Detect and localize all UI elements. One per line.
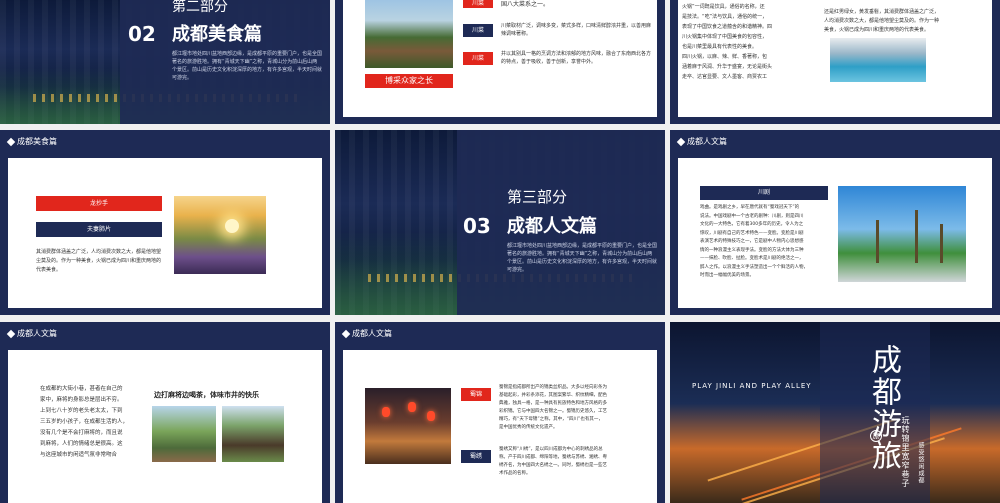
text-line: 还是红男绿女，黄发垂髫，其消费群体涵盖之广泛， [824, 9, 940, 15]
text-line: 涵着麻于风润、升华于盛宴，无论是街头 [682, 64, 773, 70]
side-caption-2: 感受悠闲成都 [917, 442, 924, 484]
text-line: 人均消费次数之大，都是他地望尘莫及的。作为一种 [824, 18, 940, 24]
mahjong-description: 在成都的大街小巷，甚者在自己的 家中，麻将的身影总是层出不穷。 上到七八十岁的老… [40, 384, 150, 461]
text-line: 在成都的大街小巷，甚者在自己的 [40, 386, 123, 392]
slide-thumbnail-grid: 第二部分 02 成都美食篇 都江堰市地处四川盆地西部边缘，是成都平原的重要门户，… [0, 0, 1000, 503]
section-description: 都江堰市地处四川盆地西部边缘，是成都平原的重要门户，也是全国著名的旅游胜地。拥有… [172, 51, 323, 81]
text-line: 表演艺术的特殊技巧之一，它是剧中人物内心思想感 [700, 239, 804, 244]
lantern-photo [365, 388, 451, 464]
header-label: 成都人文篇 [687, 137, 727, 146]
text-line: 火锅”一词既是饮具，通俗的名称，还 [682, 4, 765, 10]
text-line: 基础起彩，并彩条添花，其图案繁华、织纹精细，配色 [499, 393, 607, 398]
mahjong-quote: 边打麻将边喝茶，体味市井的快乐 [154, 391, 259, 399]
text-line: 醉人之作。以浪漫主义手法塑造出一个个鲜活的人物， [700, 264, 808, 270]
palm-tree-photo [838, 186, 966, 282]
slide-thumbnail-2[interactable]: 博采众家之长 川菜 国八大菜系之一。 川菜 川菜取材广泛，调味多变，菜式多样，口… [335, 0, 665, 124]
title-circle-badge: 旅 [870, 430, 882, 442]
text-line: 彩织锦。它与中国四大名锦之一。蜀锦历史悠久，工艺 [499, 409, 607, 414]
text-line: 蜀绣又称“川绣”，是以四川成都为中心的刺绣品的总 [499, 447, 603, 452]
text-line: ——抹脸、吹脸、扯脸。变脸术是川剧的绝活之一， [700, 256, 804, 261]
text-line: 时而出一幅幅优美的场景。 [700, 273, 754, 278]
food-description: 其消费群体涵盖之广泛，人均消费次数之大，都是他地望尘莫及的。作为一种美食，火锅已… [36, 249, 162, 273]
slide-header: 成都人文篇 [6, 328, 57, 339]
text-line: 走卒、达官显要、文人墨客、商贾农工 [682, 74, 768, 80]
tag-beef-tripe: 夫妻肺片 [36, 222, 162, 237]
slide-thumbnail-6[interactable]: 成都人文篇 川剧 戏曲。是戏剧之乡，早在唐代就有“蜀戏冠天下”的 说法。中国戏剧… [670, 130, 1000, 315]
tag-sichuan-cuisine-3: 川菜 [463, 52, 493, 65]
slide-thumbnail-8[interactable]: 成都人文篇 蜀锦 蜀锦是指成都所出产的锦类丝织品。大多以经向彩条为 基础起彩，并… [335, 322, 665, 503]
embroidery-description: 蜀绣又称“川绣”，是以四川成都为中心的刺绣品的总 称。产于四川成都、绵阳等地，蜀… [499, 446, 653, 478]
text-line: 说法。中国戏剧中一个古老的剧种：川剧，则是四川 [700, 213, 804, 219]
slide-header: 成都人文篇 [676, 136, 727, 147]
hut-photo [222, 406, 284, 462]
text-line: 上到七八十岁的老头老太太，下到 [40, 408, 123, 414]
header-label: 成都美食篇 [17, 137, 57, 146]
text-line: 美食，火锅已成为四川和重庆两地的代表美食。 [824, 27, 930, 33]
header-label: 成都人文篇 [17, 329, 57, 338]
hotpot-text-right: 还是红男绿女，黄发垂髫，其消费群体涵盖之广泛， 人均消费次数之大，都是他地望尘莫… [824, 8, 986, 35]
text-line: 是中国优秀的传统文化遗产。 [499, 425, 558, 430]
cuisine-text-1: 国八大菜系之一。 [501, 1, 550, 8]
village-photo [152, 406, 216, 462]
diamond-icon [6, 137, 16, 146]
tag-shu-embroidery: 蜀绣 [461, 450, 491, 463]
part-label: 第三部分 [507, 188, 568, 206]
slide-thumbnail-5[interactable]: 第三部分 03 成都人文篇 都江堰市地处四川盆地西部边缘，是成都平原的重要门户，… [335, 130, 665, 315]
tag-sichuan-cuisine-1: 川菜 [463, 0, 493, 8]
text-line: 川火锅集中体现了中国美食的包容性， [682, 34, 768, 40]
slide-thumbnail-1[interactable]: 第二部分 02 成都美食篇 都江堰市地处四川盆地西部边缘，是成都平原的重要门户，… [0, 0, 330, 124]
section-title: 成都美食篇 [172, 24, 262, 45]
diamond-icon [676, 137, 686, 146]
tag-wonton: 龙抄手 [36, 196, 162, 211]
text-line: 家中，麻将的身影总是层出不穷。 [40, 397, 123, 403]
text-line: 文化的一大特色，它有着300多年的历史。令人为之 [700, 222, 804, 227]
side-caption-1: 玩转锦里宽窄巷子 [901, 416, 910, 488]
banner-label: 博采众家之长 [365, 74, 453, 88]
slide-header: 成都人文篇 [341, 328, 392, 339]
text-line: 没有几个是不会打麻将的，而且说 [40, 430, 123, 436]
diamond-icon [341, 329, 351, 338]
text-line: 精巧，有“天下母锦”之称，其中，“四川”也有其一， [499, 417, 603, 422]
cuisine-text-3: 并以其别具一格的烹调方法和浓郁的地方风味，融合了东南西北各方的特点，善于吸收，善… [501, 51, 652, 65]
text-line: 四川火锅，以麻、辣、鲜、香著称，包 [682, 54, 768, 60]
text-line: 称。产于四川成都、绵阳等地，蜀绣与苏绣、湘绣、粤 [499, 455, 607, 460]
slide-thumbnail-9[interactable]: PLAY JINLI AND PLAY ALLEY 成都游旅 玩转锦里宽窄巷子 … [670, 322, 1000, 503]
cuisine-text-2: 川菜取材广泛，调味多变，菜式多样，口味清鲜醇浓并重，以善用麻辣调味著称。 [501, 23, 652, 37]
slide-thumbnail-3[interactable]: 火锅”一词既是饮具，通俗的名称，还 是技法。“吃”法与饮具，通俗的统一， 表现了… [670, 0, 1000, 124]
section-title: 成都人文篇 [507, 216, 597, 237]
text-line: 到麻将，人们的情绪总是很高。这 [40, 441, 123, 447]
text-line: 三五岁的小孩子，在成都生活的人， [40, 419, 129, 425]
opera-description: 戏曲。是戏剧之乡，早在唐代就有“蜀戏冠天下”的 说法。中国戏剧中一个古老的剧种：… [700, 204, 834, 281]
text-line: 术作品的名称。 [499, 471, 531, 476]
text-line: 蜀锦是指成都所出产的锦类丝织品。大多以经向彩条为 [499, 385, 607, 390]
brocade-description: 蜀锦是指成都所出产的锦类丝织品。大多以经向彩条为 基础起彩，并彩条添花，其图案繁… [499, 384, 653, 432]
text-line: 戏曲。是戏剧之乡，早在唐代就有“蜀戏冠天下”的 [700, 205, 800, 210]
section-number: 02 [128, 22, 156, 46]
header-label: 成都人文篇 [352, 329, 392, 338]
tag-shu-brocade: 蜀锦 [461, 388, 491, 401]
text-line: 表现了中国饮食之道蕴含的和谐精神。四 [682, 24, 773, 30]
lavender-sunset-photo [174, 196, 266, 274]
tag-sichuan-opera: 川剧 [700, 186, 828, 200]
slide-thumbnail-7[interactable]: 成都人文篇 在成都的大街小巷，甚者在自己的 家中，麻将的身影总是层出不穷。 上到… [0, 322, 330, 503]
slide-header: 成都美食篇 [6, 136, 57, 147]
text-line: 情的一种浪漫主义表现手法。变脸的方法大体为三种 [700, 247, 804, 253]
part-label: 第二部分 [172, 0, 228, 15]
text-line: 是技法。“吃”法与饮具，通俗的统一， [682, 14, 768, 20]
slide-thumbnail-4[interactable]: 成都美食篇 龙抄手 夫妻肺片 其消费群体涵盖之广泛，人均消费次数之大，都是他地望… [0, 130, 330, 315]
section-number: 03 [463, 214, 491, 238]
text-line: 惊叹，川剧有自己的艺术特色——变脸。变脸是川剧 [700, 230, 804, 236]
text-line: 也是川菜里最具有代表性的美食。 [682, 44, 758, 50]
tag-sichuan-cuisine-2: 川菜 [463, 24, 493, 37]
title-vertical: 成都游旅 [866, 344, 901, 472]
text-line: 绣齐名，为中国四大名绣之一。同时，蜀绣也是一些艺 [499, 463, 607, 468]
hotpot-text-left: 火锅”一词既是饮具，通俗的名称，还 是技法。“吃”法与饮具，通俗的统一， 表现了… [682, 2, 802, 82]
garden-photo [365, 0, 453, 68]
pool-photo [830, 38, 926, 82]
text-line: 典雅，独具一格，是一种具有民族特色和地方风格的多 [499, 401, 607, 406]
subtitle-english: PLAY JINLI AND PLAY ALLEY [692, 382, 812, 390]
diamond-icon [6, 329, 16, 338]
section-description: 都江堰市地处四川盆地西部边缘，是成都平原的重要门户，也是全国著名的旅游胜地。拥有… [507, 243, 658, 273]
text-line: 与这座城市的闲适气氛非常吻合 [40, 452, 118, 458]
